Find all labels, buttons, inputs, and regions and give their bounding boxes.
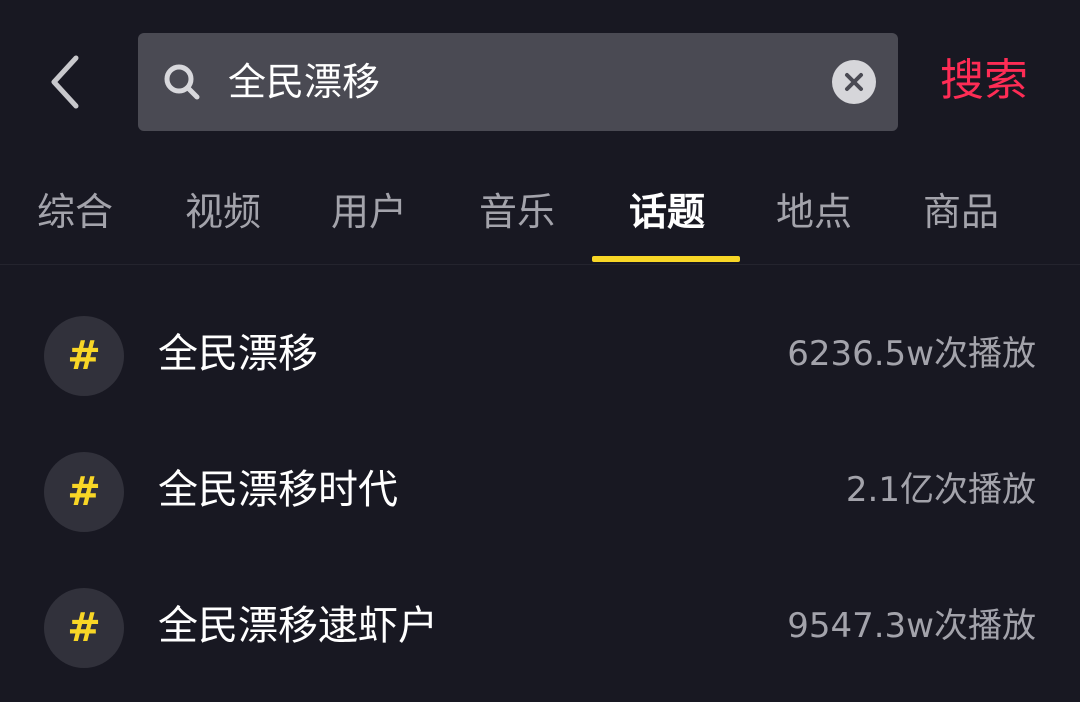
topic-title: 全民漂移逮虾户 xyxy=(158,603,438,649)
search-submit-button[interactable]: 搜索 xyxy=(940,46,1028,116)
search-input[interactable]: 全民漂移 xyxy=(228,33,380,131)
clear-search-button[interactable] xyxy=(832,60,876,104)
topic-result-row[interactable]: # 全民漂移时代 2.1亿次播放 xyxy=(0,422,1080,558)
tab-locations[interactable]: 地点 xyxy=(739,182,889,242)
tab-users[interactable]: 用户 xyxy=(294,182,444,242)
search-box[interactable]: 全民漂移 xyxy=(138,33,898,131)
topic-results-list: # 全民漂移 6236.5w次播放 # 全民漂移时代 2.1亿次播放 # 全民漂… xyxy=(0,286,1080,694)
tab-products[interactable]: 商品 xyxy=(886,182,1036,242)
top-bar: 全民漂移 搜索 xyxy=(0,0,1080,160)
search-category-tabs: 综合 视频 用户 音乐 话题 地点 商品 xyxy=(0,160,1080,265)
back-button[interactable] xyxy=(40,52,90,112)
tab-topics[interactable]: 话题 xyxy=(592,182,742,242)
hashtag-icon: # xyxy=(44,452,124,532)
play-count: 6236.5w次播放 xyxy=(787,334,1036,374)
tab-comprehensive[interactable]: 综合 xyxy=(0,182,150,242)
hashtag-icon: # xyxy=(44,588,124,668)
topic-result-row[interactable]: # 全民漂移 6236.5w次播放 xyxy=(0,286,1080,422)
chevron-left-icon xyxy=(51,55,79,109)
topic-title: 全民漂移 xyxy=(158,331,318,377)
search-icon xyxy=(164,64,200,100)
hashtag-icon: # xyxy=(44,316,124,396)
play-count: 2.1亿次播放 xyxy=(845,470,1036,510)
active-tab-indicator xyxy=(592,256,740,262)
topic-result-row[interactable]: # 全民漂移逮虾户 9547.3w次播放 xyxy=(0,558,1080,694)
play-count: 9547.3w次播放 xyxy=(787,606,1036,646)
topic-title: 全民漂移时代 xyxy=(158,467,398,513)
tab-videos[interactable]: 视频 xyxy=(148,182,298,242)
close-icon xyxy=(845,73,863,91)
tab-music[interactable]: 音乐 xyxy=(442,182,592,242)
